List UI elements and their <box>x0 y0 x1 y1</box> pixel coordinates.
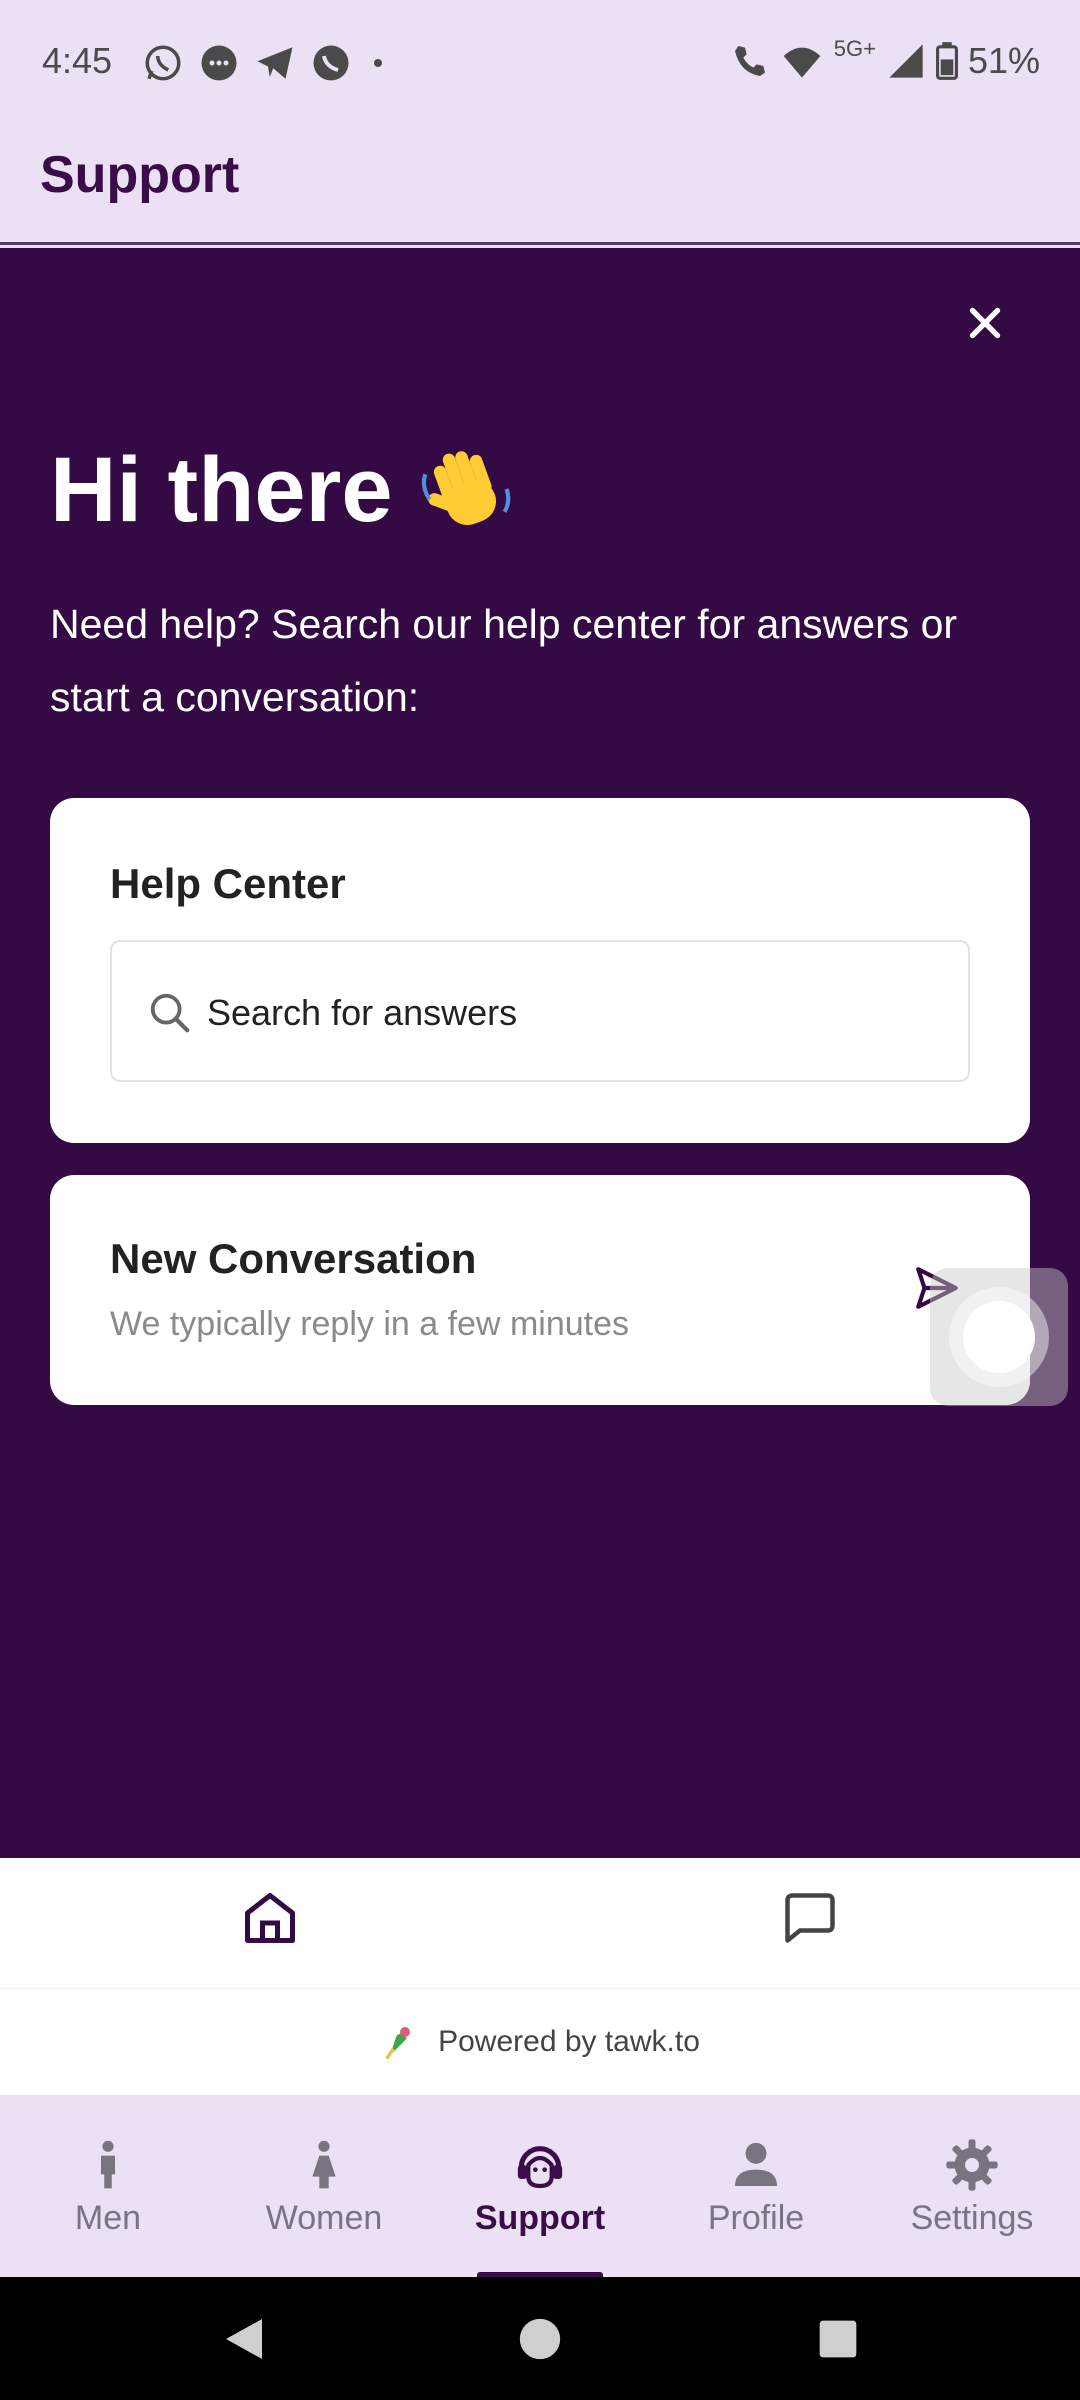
nav-label: Settings <box>910 2199 1034 2237</box>
reply-time-text: We typically reply in a few minutes <box>110 1305 630 1343</box>
back-icon[interactable] <box>222 2315 266 2363</box>
notification-icons <box>142 42 390 84</box>
greeting-heading: Hi there <box>50 438 517 543</box>
app-bar: Support <box>0 125 1080 245</box>
intro-text: Need help? Search our help center for an… <box>50 601 958 720</box>
help-center-title: Help Center <box>110 860 346 907</box>
status-bar: 4:45 5G+ 51% <box>0 0 1080 125</box>
whatsapp-icon <box>145 45 181 81</box>
nav-label: Support <box>474 2199 606 2237</box>
nav-label: Women <box>265 2199 383 2237</box>
nav-item-support[interactable]: Support <box>432 2095 648 2277</box>
help-center-card: Help Center <box>50 798 1030 1143</box>
nav-label: Profile <box>707 2199 805 2237</box>
page-title: Support <box>40 146 240 204</box>
gear-icon <box>946 2139 998 2191</box>
messages-icon <box>201 45 237 81</box>
nav-item-settings[interactable]: Settings <box>864 2095 1080 2277</box>
tawk-logo-icon <box>385 2027 411 2060</box>
recents-icon[interactable] <box>818 2319 858 2359</box>
search-input[interactable] <box>207 978 907 1048</box>
floating-assistive-button[interactable] <box>930 1268 1068 1406</box>
nav-item-men[interactable]: Men <box>0 2095 216 2277</box>
network-type: 5G+ <box>833 36 876 61</box>
chat-icon[interactable] <box>780 1888 840 1948</box>
nav-label: Men <box>74 2199 142 2237</box>
nav-item-women[interactable]: Women <box>216 2095 432 2277</box>
home-button-icon[interactable] <box>518 2317 562 2361</box>
assistive-dot <box>963 1301 1035 1373</box>
man-icon <box>101 2140 115 2189</box>
search-box[interactable] <box>110 940 970 1082</box>
greeting-text: Hi there <box>50 439 393 541</box>
signal-icon <box>889 44 923 78</box>
support-widget: Hi there Need help? Search our help cent… <box>0 248 1080 1858</box>
home-icon[interactable] <box>240 1888 300 1948</box>
battery-level: 51% <box>967 40 1040 81</box>
support-agent-icon <box>517 2146 563 2189</box>
nav-item-profile[interactable]: Profile <box>648 2095 864 2277</box>
viber-icon <box>313 45 349 81</box>
waving-hand-icon <box>421 450 510 525</box>
powered-by[interactable]: Powered by tawk.to <box>0 1988 1080 2095</box>
woman-icon <box>312 2140 336 2189</box>
dot-icon <box>374 59 382 67</box>
powered-by-text: Powered by tawk.to <box>438 2025 700 2058</box>
close-icon[interactable] <box>960 298 1010 348</box>
search-icon <box>150 993 190 1033</box>
wifi-calling-icon <box>734 46 765 76</box>
new-conversation-button[interactable]: New Conversation We typically reply in a… <box>50 1175 1030 1405</box>
system-nav-bar <box>0 2277 1080 2400</box>
bottom-nav: Men Women Support Profile Settings <box>0 2095 1080 2277</box>
person-icon <box>735 2142 777 2186</box>
telegram-icon <box>257 47 293 79</box>
wifi-icon <box>783 47 821 78</box>
battery-icon <box>935 42 958 80</box>
widget-nav <box>0 1858 1080 1988</box>
system-icons: 5G+ 51% <box>730 36 1040 82</box>
status-time: 4:45 <box>42 40 113 81</box>
new-conversation-title: New Conversation <box>110 1235 477 1282</box>
